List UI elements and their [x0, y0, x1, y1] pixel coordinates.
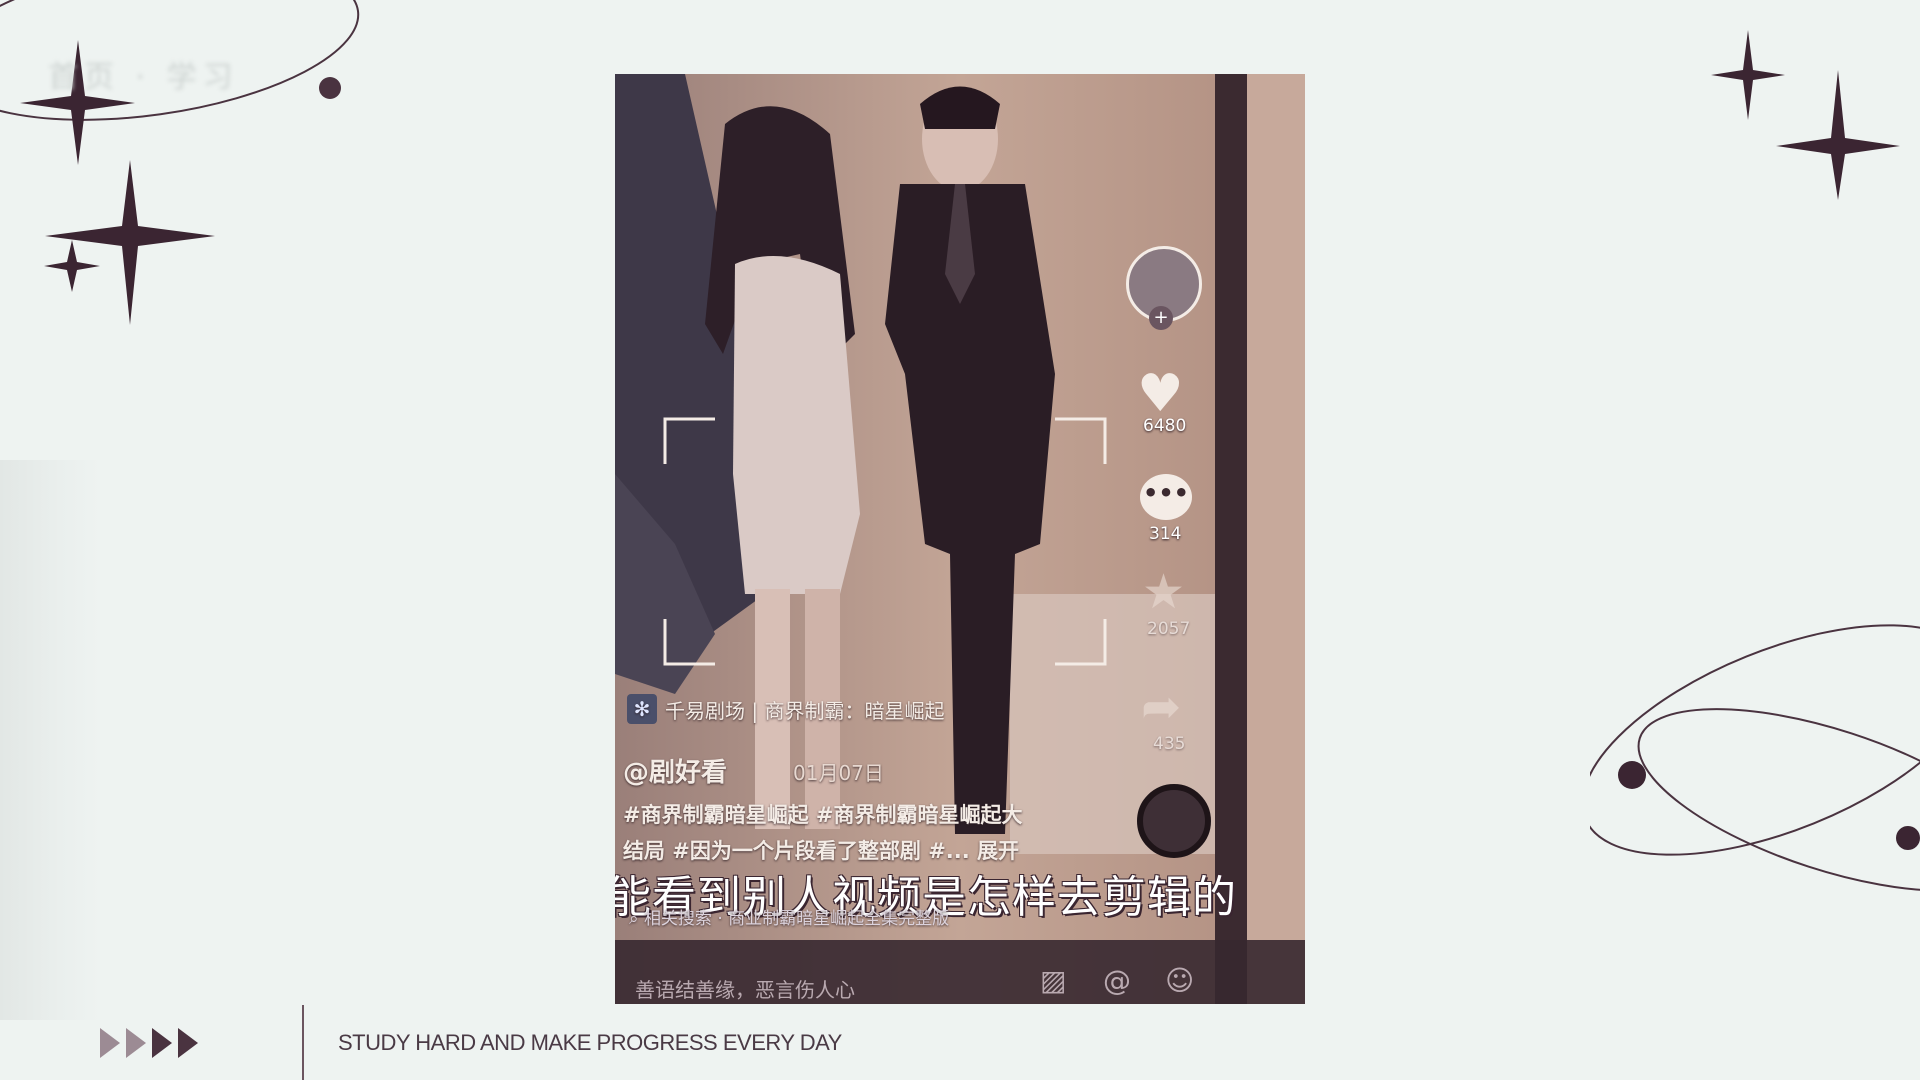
- sparkle-icon: [45, 160, 215, 325]
- heart-icon[interactable]: ♥: [1137, 364, 1184, 424]
- decor-top-left: [0, 0, 360, 325]
- arrow-right-icon: [152, 1028, 172, 1058]
- share-count: 435: [1153, 734, 1186, 754]
- post-date: 01月07日: [793, 761, 884, 785]
- hashtags-line-1[interactable]: #商界制霸暗星崛起 #商界制霸暗星崛起大: [623, 799, 1023, 829]
- footer-motto: STUDY HARD AND MAKE PROGRESS EVERY DAY: [338, 1030, 842, 1055]
- orbit-line-bottom: [1590, 624, 1920, 856]
- decor-top-right: [1711, 30, 1900, 200]
- follow-plus-icon[interactable]: +: [1149, 306, 1173, 330]
- favorite-count: 2057: [1147, 619, 1191, 639]
- mention-icon[interactable]: @: [1103, 964, 1131, 997]
- arrow-right-icon: [100, 1028, 120, 1058]
- orbit-dot-top: [319, 77, 341, 99]
- drama-badge[interactable]: ✻ 千易剧场 | 商界制霸：暗星崛起: [627, 694, 944, 724]
- related-search[interactable]: ⌕ 相关搜索 · 商业制霸暗星崛起全集完整版: [629, 904, 949, 929]
- drama-badge-text: 千易剧场 | 商界制霸：暗星崛起: [665, 698, 945, 723]
- arrow-indicators: [100, 1028, 198, 1058]
- author-handle[interactable]: @剧好看: [623, 752, 727, 789]
- orbit-dot: [1618, 761, 1646, 789]
- decor-bottom-right: [1590, 624, 1920, 892]
- arrow-right-icon: [126, 1028, 146, 1058]
- comment-input[interactable]: 善语结善缘，恶言伤人心: [635, 974, 855, 1003]
- sparkle-icon: [44, 240, 100, 292]
- drama-logo-icon: ✻: [627, 694, 657, 724]
- arrow-right-icon: [178, 1028, 198, 1058]
- music-disc-icon[interactable]: [1137, 784, 1211, 858]
- orbit-line-bottom: [1637, 708, 1920, 892]
- sparkle-icon: [1776, 70, 1900, 200]
- search-icon: ⌕: [629, 909, 644, 929]
- like-count: 6480: [1143, 416, 1187, 436]
- left-decor-panel: [0, 460, 100, 1020]
- favorite-star-icon[interactable]: ★: [1142, 564, 1185, 620]
- sparkle-icon: [1711, 30, 1785, 120]
- image-icon[interactable]: ▨: [1040, 964, 1066, 997]
- blurred-title: 首页 · 学习: [48, 60, 239, 95]
- emoji-icon[interactable]: ☺: [1165, 964, 1194, 997]
- footer-divider: [302, 1005, 304, 1080]
- orbit-dot: [1896, 826, 1920, 850]
- related-search-text: 相关搜索 · 商业制霸暗星崛起全集完整版: [643, 909, 950, 929]
- share-arrow-icon[interactable]: ➦: [1141, 679, 1181, 735]
- comment-count: 314: [1149, 524, 1182, 544]
- video-screenshot: + ♥ 6480 ••• 314 ★ 2057 ➦ 435 ✻ 千易剧场 | 商…: [615, 74, 1305, 1004]
- comment-icon[interactable]: •••: [1140, 474, 1192, 520]
